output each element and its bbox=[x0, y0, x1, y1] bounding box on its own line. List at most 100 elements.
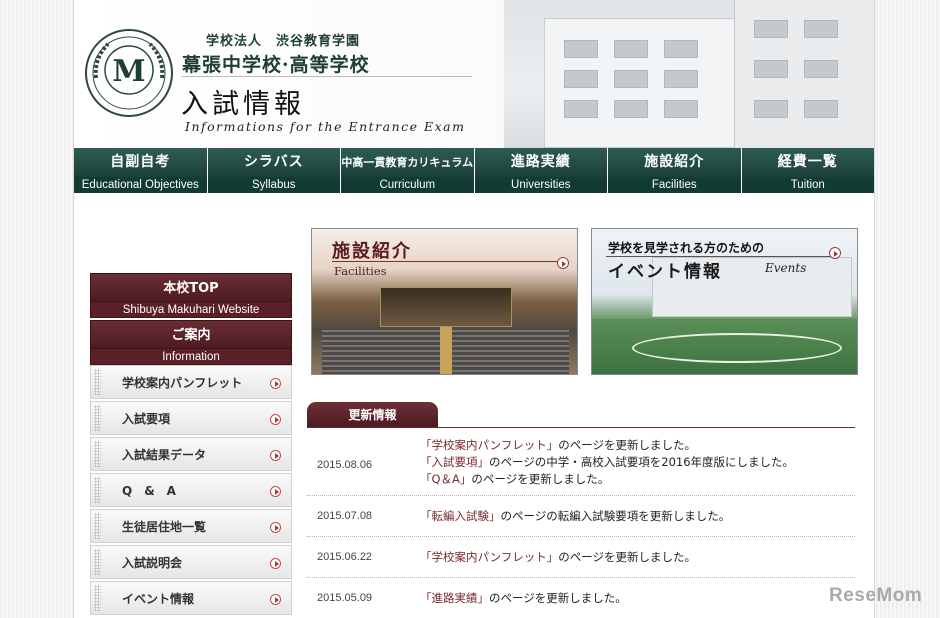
news-link[interactable]: 「転編入試験」 bbox=[420, 509, 501, 523]
news-line: 「進路実績」のページを更新しました。 bbox=[420, 590, 627, 607]
news-link[interactable]: 「進路実績」 bbox=[420, 591, 489, 605]
nav-label: 中高一貫教育カリキュラム bbox=[341, 148, 474, 177]
field-emblem bbox=[632, 333, 842, 363]
auditorium-stage bbox=[380, 287, 512, 327]
corporation-name: 学校法人 渋谷教育学園 bbox=[206, 34, 361, 49]
nav-item-universities[interactable]: 進路実績 Universities bbox=[474, 148, 608, 193]
news-line: 「Q＆A」のページを更新しました。 bbox=[420, 471, 794, 488]
news-text: のページを更新しました。 bbox=[489, 591, 627, 605]
school-logo[interactable]: M bbox=[84, 28, 174, 118]
nav-label: 経費一覧 bbox=[741, 148, 874, 177]
nav-sublabel: Curriculum bbox=[341, 177, 474, 193]
sidebar-item-qa[interactable]: Q & A bbox=[90, 473, 292, 507]
page: M 学校法人 渋谷教育学園 幕張中学校·高等学校 入試情報 Informatio… bbox=[73, 0, 875, 618]
sidebar-item-results[interactable]: 入試結果データ bbox=[90, 437, 292, 471]
sidebar-item-events[interactable]: イベント情報 bbox=[90, 581, 292, 615]
page-subtitle: Informations for the Entrance Exam bbox=[185, 119, 466, 134]
sidebar-item-label: 学校案内パンフレット bbox=[122, 376, 243, 390]
svg-text:M: M bbox=[112, 54, 145, 89]
sidebar-top-button[interactable]: 本校TOP Shibuya Makuhari Website bbox=[90, 273, 292, 318]
news-text: のページを更新しました。 bbox=[471, 472, 610, 486]
arrow-right-icon bbox=[270, 522, 281, 533]
nav-label: シラバス bbox=[207, 148, 340, 177]
school-building-photo bbox=[504, 0, 874, 148]
arrow-right-icon bbox=[270, 594, 281, 605]
news-tab: 更新情報 bbox=[307, 402, 438, 428]
nav-sublabel: Syllabus bbox=[207, 177, 340, 193]
sidebar-top-sublabel: Shibuya Makuhari Website bbox=[90, 302, 292, 318]
news-link[interactable]: 「Q＆A」 bbox=[420, 472, 471, 486]
nav-sublabel: Universities bbox=[474, 177, 607, 193]
sidebar-item-label: 入試要項 bbox=[122, 412, 171, 426]
sidebar-item-label: 入試結果データ bbox=[122, 448, 207, 462]
news-link[interactable]: 「学校案内パンフレット」 bbox=[420, 438, 558, 452]
sidebar-item-label: イベント情報 bbox=[122, 592, 195, 606]
news-date: 2015.07.08 bbox=[317, 510, 373, 522]
sidebar-info-header: ご案内 Information bbox=[90, 320, 292, 365]
news-text: のページの中学・高校入試要項を2016年度版にしました。 bbox=[489, 455, 795, 469]
nav-sublabel: Educational Objectives bbox=[74, 177, 207, 193]
header: M 学校法人 渋谷教育学園 幕張中学校·高等学校 入試情報 Informatio… bbox=[74, 0, 874, 148]
news-link[interactable]: 「入試要項」 bbox=[420, 455, 489, 469]
news-text: のページの転編入試験要項を更新しました。 bbox=[500, 509, 731, 523]
nav-item-objectives[interactable]: 自副自考 Educational Objectives bbox=[74, 148, 208, 193]
sidebar-item-guidelines[interactable]: 入試要項 bbox=[90, 401, 292, 435]
arrow-right-icon bbox=[829, 247, 841, 259]
news-text: のページを更新しました。 bbox=[558, 550, 697, 564]
banner-divider bbox=[332, 261, 558, 262]
nav-item-tuition[interactable]: 経費一覧 Tuition bbox=[741, 148, 874, 193]
auditorium-aisle bbox=[440, 327, 452, 374]
events-banner[interactable]: 学校を見学される方のための イベント情報 Events bbox=[591, 228, 858, 375]
events-banner-title: イベント情報 bbox=[608, 262, 722, 282]
news-item: 2015.05.09 「進路実績」のページを更新しました。 bbox=[307, 578, 855, 618]
events-banner-caption: 学校を見学される方のための bbox=[608, 241, 765, 255]
sidebar-menu: 学校案内パンフレット 入試要項 入試結果データ Q & A 生徒居住地一覧 入試… bbox=[90, 365, 292, 617]
nav-sublabel: Tuition bbox=[741, 177, 874, 193]
header-divider bbox=[182, 76, 472, 77]
sidebar-item-label: 入試説明会 bbox=[122, 556, 183, 570]
arrow-right-icon bbox=[557, 257, 569, 269]
news-line: 「入試要項」のページの中学・高校入試要項を2016年度版にしました。 bbox=[420, 454, 794, 471]
news-date: 2015.06.22 bbox=[317, 551, 373, 563]
sidebar-item-residence[interactable]: 生徒居住地一覧 bbox=[90, 509, 292, 543]
arrow-right-icon bbox=[270, 450, 281, 461]
sidebar-item-pamphlet[interactable]: 学校案内パンフレット bbox=[90, 365, 292, 399]
main-nav: 自副自考 Educational Objectives シラバス Syllabu… bbox=[74, 148, 874, 193]
news-item: 2015.06.22 「学校案内パンフレット」のページを更新しました。 bbox=[307, 537, 855, 578]
news-line: 「転編入試験」のページの転編入試験要項を更新しました。 bbox=[420, 508, 730, 525]
news-divider bbox=[307, 427, 855, 428]
nav-label: 進路実績 bbox=[474, 148, 607, 177]
news-text: のページを更新しました。 bbox=[558, 438, 697, 452]
news-line: 「学校案内パンフレット」のページを更新しました。 bbox=[420, 437, 794, 454]
nav-label: 自副自考 bbox=[74, 148, 207, 177]
nav-item-curriculum[interactable]: 中高一貫教育カリキュラム Curriculum bbox=[341, 148, 475, 193]
news-item: 2015.07.08 「転編入試験」のページの転編入試験要項を更新しました。 bbox=[307, 496, 855, 537]
sidebar-info-label: ご案内 bbox=[90, 320, 292, 349]
nav-item-facilities[interactable]: 施設紹介 Facilities bbox=[608, 148, 742, 193]
news-date: 2015.05.09 bbox=[317, 592, 373, 604]
events-banner-subtitle: Events bbox=[765, 261, 807, 275]
nav-label: 施設紹介 bbox=[608, 148, 741, 177]
nav-item-syllabus[interactable]: シラバス Syllabus bbox=[207, 148, 341, 193]
facilities-banner-title: 施設紹介 bbox=[332, 241, 412, 262]
arrow-right-icon bbox=[270, 378, 281, 389]
sidebar-top-label: 本校TOP bbox=[90, 273, 292, 302]
news-date: 2015.08.06 bbox=[317, 459, 373, 471]
page-title: 入試情報 bbox=[181, 89, 305, 120]
news-link[interactable]: 「学校案内パンフレット」 bbox=[420, 550, 558, 564]
news-item: 2015.08.06 「学校案内パンフレット」のページを更新しました。 「入試要… bbox=[307, 430, 855, 496]
arrow-right-icon bbox=[270, 558, 281, 569]
sidebar-item-label: 生徒居住地一覧 bbox=[122, 520, 207, 534]
arrow-right-icon bbox=[270, 486, 281, 497]
news-list: 2015.08.06 「学校案内パンフレット」のページを更新しました。 「入試要… bbox=[307, 430, 855, 618]
resemom-watermark: ReseMom bbox=[829, 585, 923, 606]
news-line: 「学校案内パンフレット」のページを更新しました。 bbox=[420, 549, 696, 566]
arrow-right-icon bbox=[270, 414, 281, 425]
sidebar-item-label: Q & A bbox=[122, 484, 176, 498]
sidebar-info-sublabel: Information bbox=[90, 349, 292, 365]
facilities-banner[interactable]: 施設紹介 Facilities bbox=[311, 228, 578, 375]
school-name: 幕張中学校·高等学校 bbox=[182, 54, 370, 76]
sidebar-item-briefing[interactable]: 入試説明会 bbox=[90, 545, 292, 579]
facilities-banner-subtitle: Facilities bbox=[334, 264, 387, 278]
nav-sublabel: Facilities bbox=[608, 177, 741, 193]
